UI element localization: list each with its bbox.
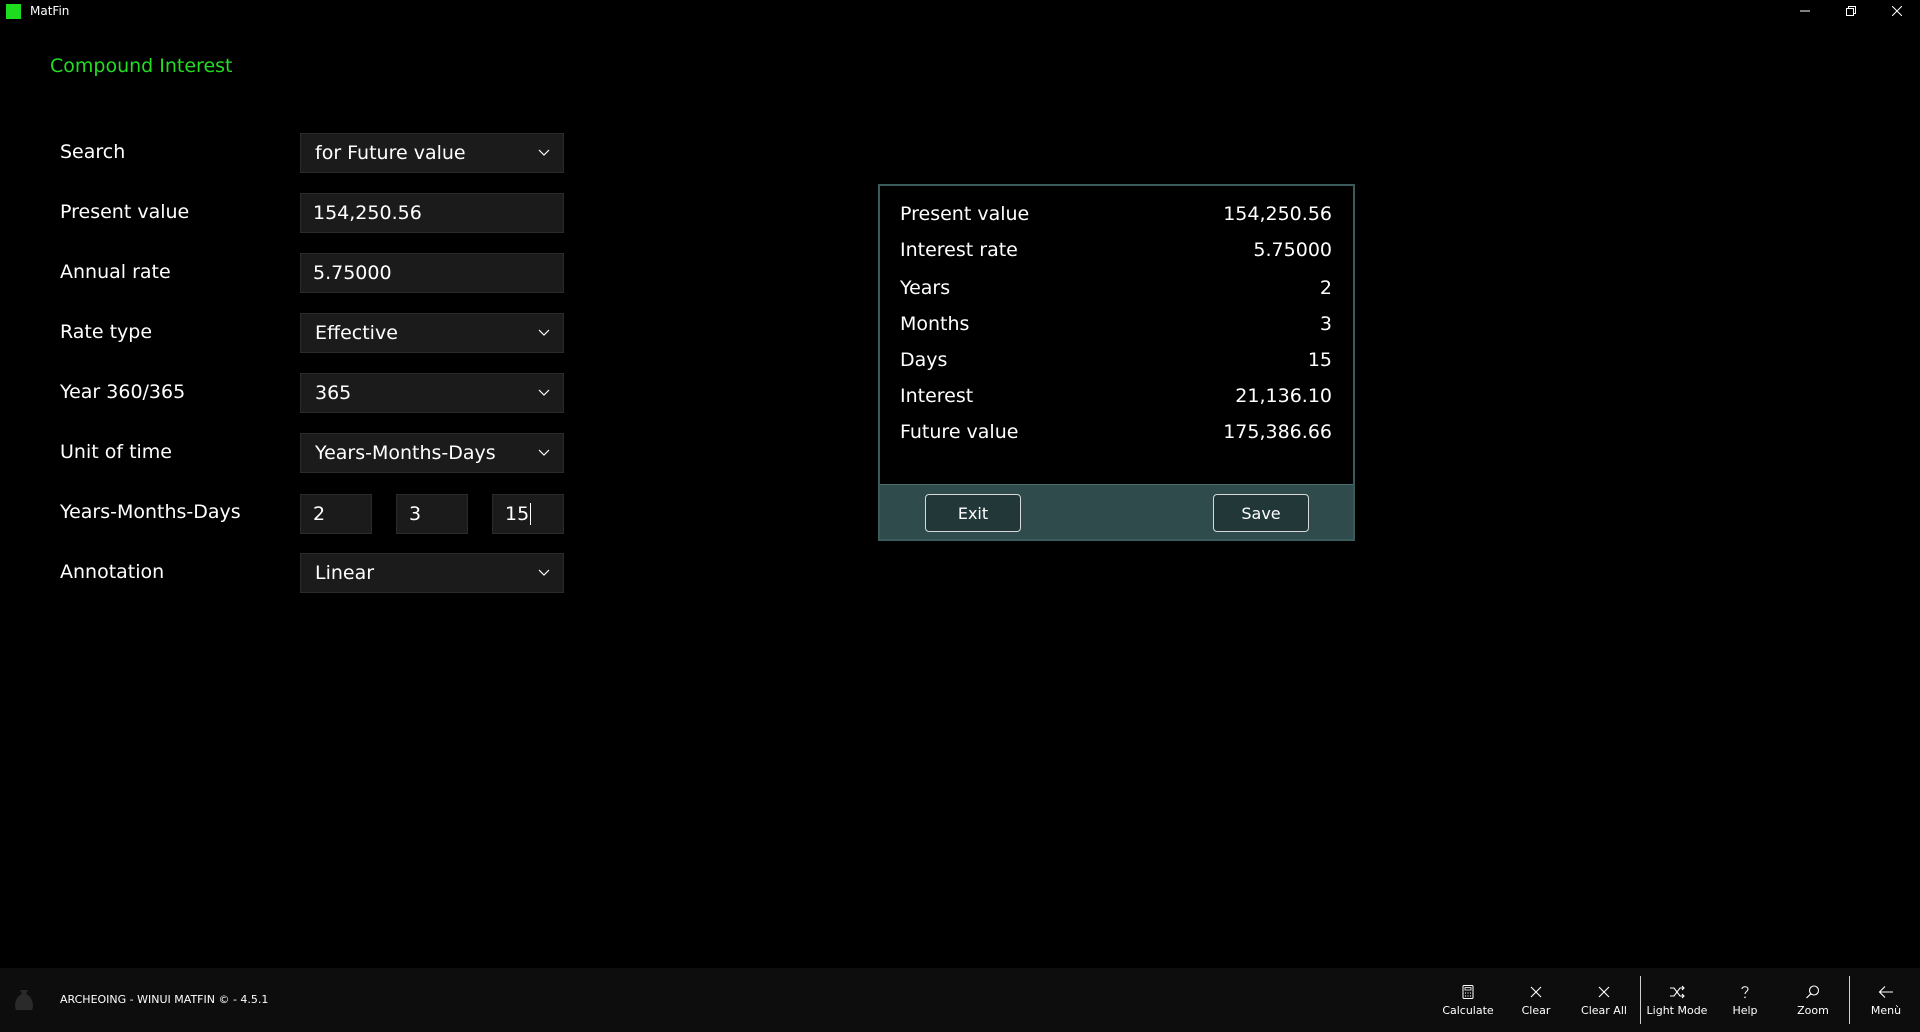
shuffle-icon bbox=[1670, 985, 1685, 998]
result-label: Months bbox=[900, 313, 970, 335]
menu-button[interactable]: Menù bbox=[1852, 974, 1920, 1026]
months-input[interactable]: 3 bbox=[396, 494, 468, 534]
result-value: 2 bbox=[1319, 277, 1332, 299]
question-icon bbox=[1741, 985, 1749, 998]
chevron-down-icon bbox=[538, 149, 550, 156]
annual-rate-input[interactable]: 5.75000 bbox=[300, 253, 564, 293]
result-row-interest-rate: Interest rate 5.75000 bbox=[900, 239, 1332, 261]
result-row-days: Days 15 bbox=[900, 349, 1332, 371]
command-label: Menù bbox=[1870, 1003, 1902, 1017]
text-caret bbox=[530, 503, 532, 525]
minimize-icon bbox=[1800, 10, 1810, 12]
result-value: 5.75000 bbox=[1253, 239, 1332, 261]
year-basis-select-value: 365 bbox=[315, 382, 352, 404]
command-separator bbox=[1640, 976, 1641, 1024]
light-mode-button[interactable]: Light Mode bbox=[1643, 974, 1711, 1026]
result-dialog: Present value 154,250.56 Interest rate 5… bbox=[878, 184, 1355, 541]
rate-type-select[interactable]: Effective bbox=[300, 313, 564, 353]
page-title: Compound Interest bbox=[50, 55, 233, 77]
year-basis-label: Year 360/365 bbox=[60, 381, 186, 403]
money-bag-icon bbox=[15, 990, 33, 1010]
close-icon bbox=[1598, 986, 1610, 997]
result-value: 3 bbox=[1319, 313, 1332, 335]
restore-button[interactable] bbox=[1828, 0, 1874, 22]
ymd-label: Years-Months-Days bbox=[60, 501, 241, 523]
result-label: Years bbox=[900, 277, 951, 299]
chevron-down-icon bbox=[538, 389, 550, 396]
app-logo-icon bbox=[6, 4, 21, 19]
present-value-input-value: 154,250.56 bbox=[313, 202, 422, 224]
command-bar: ARCHEOING - WINUI MATFIN © - 4.5.1 Calcu… bbox=[0, 968, 1920, 1032]
result-label: Interest bbox=[900, 385, 974, 407]
result-label: Future value bbox=[900, 421, 1019, 443]
result-row-years: Years 2 bbox=[900, 277, 1332, 299]
minimize-button[interactable] bbox=[1782, 0, 1828, 22]
annual-rate-label: Annual rate bbox=[60, 261, 171, 283]
result-label: Interest rate bbox=[900, 239, 1018, 261]
help-button[interactable]: Help bbox=[1711, 974, 1779, 1026]
present-value-label: Present value bbox=[60, 201, 190, 223]
result-label: Present value bbox=[900, 203, 1030, 225]
command-separator bbox=[1849, 976, 1850, 1024]
result-row-months: Months 3 bbox=[900, 313, 1332, 335]
result-row-future-value: Future value 175,386.66 bbox=[900, 421, 1332, 443]
result-value: 15 bbox=[1307, 349, 1332, 371]
chevron-down-icon bbox=[538, 569, 550, 576]
annotation-select[interactable]: Linear bbox=[300, 553, 564, 593]
chevron-down-icon bbox=[538, 329, 550, 336]
months-input-value: 3 bbox=[409, 503, 422, 525]
annotation-select-value: Linear bbox=[315, 562, 375, 584]
chevron-down-icon bbox=[538, 449, 550, 456]
close-icon bbox=[1892, 6, 1902, 16]
rate-type-select-value: Effective bbox=[315, 322, 398, 344]
save-button[interactable]: Save bbox=[1213, 494, 1309, 532]
command-label: Calculate bbox=[1442, 1003, 1494, 1017]
unit-of-time-label: Unit of time bbox=[60, 441, 172, 463]
command-label: Clear bbox=[1521, 1003, 1551, 1017]
calculator-icon bbox=[1462, 984, 1474, 999]
command-label: Clear All bbox=[1581, 1003, 1627, 1017]
result-row-interest: Interest 21,136.10 bbox=[900, 385, 1332, 407]
footer-copyright: ARCHEOING - WINUI MATFIN © - 4.5.1 bbox=[60, 993, 269, 1006]
unit-of-time-select-value: Years-Months-Days bbox=[315, 442, 496, 464]
result-value: 175,386.66 bbox=[1223, 421, 1332, 443]
result-row-present-value: Present value 154,250.56 bbox=[900, 203, 1332, 225]
annual-rate-input-value: 5.75000 bbox=[313, 262, 392, 284]
search-select-value: for Future value bbox=[315, 142, 466, 164]
rate-type-label: Rate type bbox=[60, 321, 153, 343]
search-icon bbox=[1806, 984, 1820, 998]
calculate-button[interactable]: Calculate bbox=[1434, 974, 1502, 1026]
exit-button[interactable]: Exit bbox=[925, 494, 1021, 532]
back-arrow-icon bbox=[1878, 985, 1893, 998]
unit-of-time-select[interactable]: Years-Months-Days bbox=[300, 433, 564, 473]
result-value: 154,250.56 bbox=[1223, 203, 1332, 225]
close-icon bbox=[1530, 986, 1542, 997]
command-label: Light Mode bbox=[1646, 1003, 1708, 1017]
days-input[interactable]: 15 bbox=[492, 494, 564, 534]
command-label: Zoom bbox=[1797, 1003, 1829, 1017]
clear-all-button[interactable]: Clear All bbox=[1570, 974, 1638, 1026]
clear-button[interactable]: Clear bbox=[1502, 974, 1570, 1026]
zoom-button[interactable]: Zoom bbox=[1779, 974, 1847, 1026]
close-button[interactable] bbox=[1874, 0, 1920, 22]
years-input-value: 2 bbox=[313, 503, 326, 525]
result-value: 21,136.10 bbox=[1235, 385, 1332, 407]
search-select[interactable]: for Future value bbox=[300, 133, 564, 173]
years-input[interactable]: 2 bbox=[300, 494, 372, 534]
result-label: Days bbox=[900, 349, 948, 371]
year-basis-select[interactable]: 365 bbox=[300, 373, 564, 413]
dialog-footer: Exit Save bbox=[880, 484, 1353, 539]
search-label: Search bbox=[60, 141, 126, 163]
days-input-value: 15 bbox=[505, 503, 530, 525]
present-value-input[interactable]: 154,250.56 bbox=[300, 193, 564, 233]
restore-icon bbox=[1846, 6, 1856, 16]
command-label: Help bbox=[1732, 1003, 1758, 1017]
window-title: MatFin bbox=[30, 4, 70, 18]
title-bar: MatFin bbox=[0, 0, 1920, 22]
annotation-label: Annotation bbox=[60, 561, 165, 583]
